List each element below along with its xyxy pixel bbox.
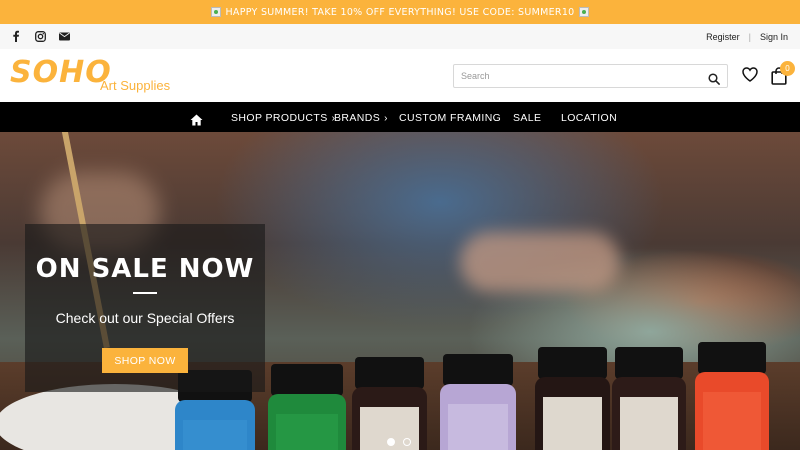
search-input[interactable] [454, 65, 694, 87]
account-separator: | [748, 32, 751, 42]
nav-label: LOCATION [561, 112, 618, 124]
nav-label: SHOP PRODUCTS [231, 112, 328, 124]
slider-dots [387, 438, 411, 446]
hero-slider: ON SALE NOW Check out our Special Offers… [0, 132, 800, 450]
sun-emoji-icon [211, 7, 222, 17]
paint-jar-image [352, 357, 427, 450]
nav-label: BRANDS [334, 112, 381, 124]
account-links: Register | Sign In [706, 32, 788, 42]
hero-subheadline: Check out our Special Offers [55, 310, 235, 326]
paint-jar-image [612, 347, 686, 450]
hero-promo-box: ON SALE NOW Check out our Special Offers… [25, 224, 265, 392]
facebook-icon[interactable] [10, 30, 22, 42]
nav-label: SALE [513, 112, 542, 124]
logo-subtitle: Art Supplies [100, 78, 171, 93]
paint-jar-image [535, 347, 610, 450]
slider-dot[interactable] [387, 438, 395, 446]
nav-item-shop-products[interactable]: SHOP PRODUCTS › [231, 112, 335, 124]
paint-jar-image [268, 364, 346, 450]
promo-text: HAPPY SUMMER! TAKE 10% OFF EVERYTHING! U… [225, 6, 575, 18]
sun-emoji-icon [578, 7, 589, 17]
top-bar: Register | Sign In [0, 24, 800, 49]
nav-item-location[interactable]: LOCATION [561, 112, 617, 124]
paint-jar-image [440, 354, 516, 450]
shop-now-button[interactable]: SHOP NOW [102, 348, 188, 373]
sign-in-link[interactable]: Sign In [760, 32, 788, 42]
paint-jar-image [695, 342, 769, 450]
hero-headline: ON SALE NOW [35, 254, 255, 284]
slider-dot[interactable] [403, 438, 411, 446]
site-header: SOHO Art Supplies [0, 49, 800, 102]
instagram-icon[interactable] [34, 30, 46, 42]
search-bar [453, 64, 728, 88]
nav-item-brands[interactable]: BRANDS › [334, 112, 388, 124]
chevron-right-icon: › [384, 113, 388, 124]
hero-background-arm [460, 232, 620, 292]
cart-count-badge: 0 [780, 61, 795, 76]
promo-banner: HAPPY SUMMER! TAKE 10% OFF EVERYTHING! U… [0, 0, 800, 24]
social-links [10, 30, 70, 42]
nav-label: CUSTOM FRAMING [399, 112, 502, 124]
envelope-icon[interactable] [58, 30, 70, 42]
home-icon[interactable] [190, 111, 203, 126]
search-icon[interactable] [708, 70, 720, 85]
nav-item-sale[interactable]: SALE [513, 112, 541, 124]
heart-icon[interactable] [742, 67, 758, 83]
register-link[interactable]: Register [706, 32, 740, 42]
logo-wordmark: SOHO [10, 55, 112, 90]
main-nav: SHOP PRODUCTS › BRANDS › CUSTOM FRAMING SA… [0, 102, 800, 132]
hero-divider [133, 292, 157, 294]
nav-item-custom-framing[interactable]: CUSTOM FRAMING [399, 112, 501, 124]
